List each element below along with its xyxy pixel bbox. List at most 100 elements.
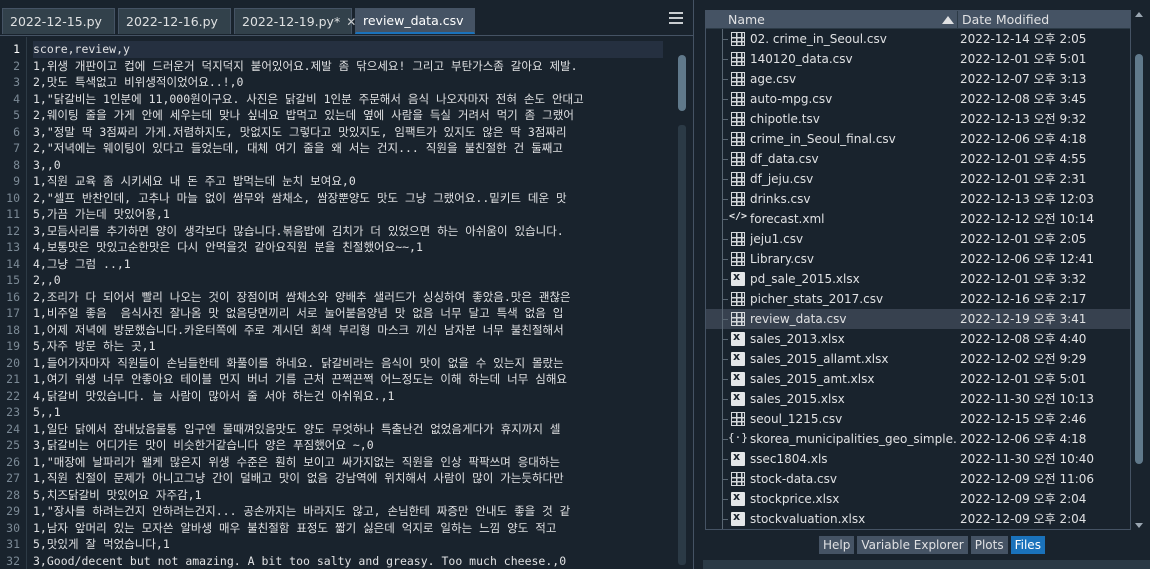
code-line[interactable]: 4,보통맛은 맛있고순한맛은 다시 안먹을것 같아요직원 분을 친절했어요~~,…	[33, 239, 663, 256]
files-pane: Name Date Modified 02. crime_in_Seoul.cs…	[703, 0, 1150, 569]
code-line[interactable]: 4,그냥 그럼 ..,1	[33, 256, 663, 273]
json-icon	[728, 431, 748, 446]
line-number: 2	[13, 58, 20, 73]
line-number: 22	[6, 388, 20, 403]
code-line[interactable]: 1,직원 교육 좀 시키세요 내 돈 주고 밥먹는데 눈치 보여요,0	[33, 173, 663, 190]
code-line[interactable]: 1,비주얼 좋음 음식사진 잘나옴 맛 없음당면끼리 서로 눌어붙음양념 맛 없…	[33, 305, 663, 322]
code-lines[interactable]: score,review,y 1,위생 개판이고 컵에 드러운거 덕지덕지 붙어있…	[33, 41, 663, 569]
code-line[interactable]: 5,맛있게 잘 먹었습니다,1	[33, 536, 663, 553]
scrollbar-thumb[interactable]	[678, 55, 686, 111]
code-line[interactable]: 5,가끔 가는데 맛있어용,1	[33, 206, 663, 223]
column-header-date[interactable]: Date Modified	[958, 11, 1130, 29]
file-row[interactable]: seoul_1215.csv 2022-12-15 오후 2:46	[706, 409, 1130, 429]
code-line[interactable]: 1,"장사를 하려는건지 안하려는건지... 공손까지는 바라지도 않고, 손님…	[33, 503, 663, 520]
file-row[interactable]: 02. crime_in_Seoul.csv 2022-12-14 오후 2:05	[706, 29, 1130, 49]
code-line[interactable]: 1,여기 위생 너무 안좋아요 테이블 먼지 버너 기름 근처 끈쩍끈쩍 어느정…	[33, 371, 663, 388]
code-line[interactable]: 2,웨이팅 줄을 가게 안에 세우는데 맞나 싶네요 밥먹고 있는데 옆에 사람…	[33, 107, 663, 124]
tab-variable-explorer[interactable]: Variable Explorer	[857, 536, 968, 554]
file-row[interactable]: Library.csv 2022-12-06 오후 12:41	[706, 249, 1130, 269]
file-row[interactable]: picher_stats_2017.csv 2022-12-16 오후 2:17	[706, 289, 1130, 309]
tree-guide-tick	[722, 359, 728, 360]
file-row[interactable]: stock-data.csv 2022-12-09 오전 11:06	[706, 469, 1130, 489]
editor-tab-2022-12-15[interactable]: 2022-12-15.py	[2, 8, 115, 34]
line-number: 11	[6, 207, 20, 221]
code-line[interactable]: 3,닭갈비는 어디가든 맛이 비슷한거같습니다 양은 푸짐했어요 ~,0	[33, 437, 663, 454]
file-row[interactable]: df_jeju.csv 2022-12-01 오후 2:31	[706, 169, 1130, 189]
file-row[interactable]: df_data.csv 2022-12-01 오후 4:55	[706, 149, 1130, 169]
code-line[interactable]: 1,"매장에 날파리가 왤케 많은지 위생 수준은 훤히 보이고 싸가지없는 직…	[33, 454, 663, 471]
code-line[interactable]: 3,모듬사리를 추가하면 양이 생각보다 많습니다.볶음밥에 김치가 더 있었으…	[33, 223, 663, 240]
table-icon	[731, 52, 745, 66]
code-line[interactable]: 1,일단 닭에서 잡내났음물통 입구엔 물때껴있음맛도 양도 무엇하나 특출난건…	[33, 421, 663, 438]
code-line[interactable]: 3,,0	[33, 157, 663, 174]
file-date-modified: 2022-12-01 오후 5:01	[960, 52, 1087, 66]
code-line[interactable]: 2,맛도 특색없고 비위생적이었어요..!,0	[33, 74, 663, 91]
tab-plots[interactable]: Plots	[970, 536, 1008, 554]
code-line[interactable]: 1,어제 저녁에 방문했습니다.카운터쪽에 주로 계시던 회색 부리형 마스크 …	[33, 322, 663, 339]
code-line[interactable]: 1,"닭갈비는 1인분에 11,000원이구요. 사진은 닭갈비 1인분 주문해…	[33, 91, 663, 108]
file-row[interactable]: sales_2015.xlsx 2022-11-30 오전 10:13	[706, 389, 1130, 409]
line-number: 17	[6, 306, 20, 320]
pane-splitter[interactable]	[693, 0, 703, 569]
tree-guide-tick	[722, 519, 728, 520]
code-editor[interactable]: 1 2 3 4 5 6 7 8 9 10 11 12 13 14 15 16 17 18 19 20 21 22 23 24 2…	[0, 37, 693, 569]
file-row[interactable]: drinks.csv 2022-12-13 오후 12:03	[706, 189, 1130, 209]
file-row[interactable]: crime_in_Seoul_final.csv 2022-12-06 오후 4:…	[706, 129, 1130, 149]
file-row[interactable]: auto-mpg.csv 2022-12-08 오후 3:45	[706, 89, 1130, 109]
file-row[interactable]: ssec1804.xls 2022-11-30 오전 10:40	[706, 449, 1130, 469]
file-row[interactable]: sales_2013.xlsx 2022-12-08 오후 4:40	[706, 329, 1130, 349]
code-line[interactable]: 5,치즈닭갈비 맛있어요 자주감,1	[33, 487, 663, 504]
file-date-modified: 2022-12-16 오후 2:17	[960, 292, 1087, 306]
scroll-down-arrow-icon[interactable]	[1135, 523, 1143, 528]
file-row[interactable]: chipotle.tsv 2022-12-13 오전 9:32	[706, 109, 1130, 129]
table-icon	[731, 472, 745, 486]
file-row[interactable]: 140120_data.csv 2022-12-01 오후 5:01	[706, 49, 1130, 69]
file-name: Library.csv	[750, 252, 815, 266]
file-list: 02. crime_in_Seoul.csv 2022-12-14 오후 2:05…	[706, 29, 1130, 529]
code-line[interactable]: 1,들어가자마자 직원들이 손님들한테 화풀이를 하네요. 닭갈비라는 음식이 …	[33, 355, 663, 372]
code-line[interactable]: 2,"저녁에는 웨이팅이 있다고 들었는데, 대체 여기 줄을 왜 서는 건지.…	[33, 140, 663, 157]
file-row[interactable]: sales_2015_amt.xlsx 2022-12-01 오후 5:01	[706, 369, 1130, 389]
scroll-up-arrow-icon[interactable]	[1135, 12, 1143, 17]
file-row[interactable]: sales_2015_allamt.xlsx 2022-12-02 오전 9:29	[706, 349, 1130, 369]
file-row[interactable]: review_data.csv 2022-12-19 오후 3:41	[706, 309, 1130, 329]
scrollbar-thumb[interactable]	[1135, 54, 1143, 464]
table-icon	[731, 312, 745, 326]
code-line[interactable]: 2,"셀프 반찬인데, 고추나 마늘 없이 쌈무와 쌈채소, 쌈장뿐양도 맛도 …	[33, 190, 663, 207]
tab-options-menu-icon[interactable]	[668, 9, 684, 25]
tab-files[interactable]: Files	[1010, 536, 1045, 554]
file-row[interactable]: age.csv 2022-12-07 오후 3:13	[706, 69, 1130, 89]
code-line[interactable]: 2,,0	[33, 272, 663, 289]
files-vertical-scrollbar[interactable]	[1132, 10, 1146, 530]
table-icon	[731, 32, 745, 46]
code-line[interactable]: 4,닭갈비 맛있습니다. 늘 사람이 많아서 줄 서야 하는건 아쉬워요.,1	[33, 388, 663, 405]
code-line[interactable]: 1,남자 앞머리 있는 모자쓴 알바생 매우 불친절함 표정도 짧기 싫은데 억…	[33, 520, 663, 537]
file-name: stock-data.csv	[750, 472, 837, 486]
editor-tab-2022-12-19[interactable]: 2022-12-19.py* ✕	[234, 8, 356, 34]
code-line[interactable]: 5,,1	[33, 404, 663, 421]
tab-label: 2022-12-16.py	[126, 14, 218, 29]
file-row[interactable]: skorea_municipalities_geo_simple.json 202…	[706, 429, 1130, 449]
editor-vertical-scrollbar[interactable]	[676, 53, 688, 565]
code-line[interactable]: 1,직원 친절이 문제가 아니고그냥 간이 덜배고 맛이 없음 강남역에 위치해…	[33, 470, 663, 487]
file-row[interactable]: forecast.xml 2022-12-12 오전 10:14	[706, 209, 1130, 229]
editor-tab-review-data[interactable]: review_data.csv	[355, 8, 475, 34]
file-row[interactable]: stockprice.xlsx 2022-12-09 오후 2:04	[706, 489, 1130, 509]
code-line[interactable]: 2,조리가 다 되어서 빨리 나오는 것이 장점이며 쌈채소와 양배추 샐러드가…	[33, 289, 663, 306]
code-line[interactable]: 3,Good/decent but not amazing. A bit too…	[33, 553, 663, 569]
code-line[interactable]: 3,"정말 딱 3점짜리 가게.저렴하지도, 맛없지도 그렇다고 맛있지도, 임…	[33, 124, 663, 141]
file-row[interactable]: stockvaluation.xlsx 2022-12-09 오후 2:04	[706, 509, 1130, 529]
tree-guide-tick	[722, 139, 728, 140]
file-row[interactable]: jeju1.csv 2022-12-01 오후 2:05	[706, 229, 1130, 249]
file-name: chipotle.tsv	[750, 112, 820, 126]
editor-pane: 2022-12-15.py 2022-12-16.py 2022-12-19.p…	[0, 0, 693, 569]
code-line[interactable]: 5,자주 방문 하는 곳,1	[33, 338, 663, 355]
code-line[interactable]: score,review,y	[33, 41, 663, 58]
column-header-name[interactable]: Name	[706, 11, 958, 29]
code-line[interactable]: 1,위생 개판이고 컵에 드러운거 덕지덕지 붙어있어요.제발 좀 닦으세요! …	[33, 58, 663, 75]
tree-guide-tick	[722, 419, 728, 420]
tab-help[interactable]: Help	[819, 536, 855, 554]
editor-tab-2022-12-16[interactable]: 2022-12-16.py	[118, 8, 231, 34]
tree-guide-tick	[722, 119, 728, 120]
file-row[interactable]: pd_sale_2015.xlsx 2022-12-01 오후 3:32	[706, 269, 1130, 289]
